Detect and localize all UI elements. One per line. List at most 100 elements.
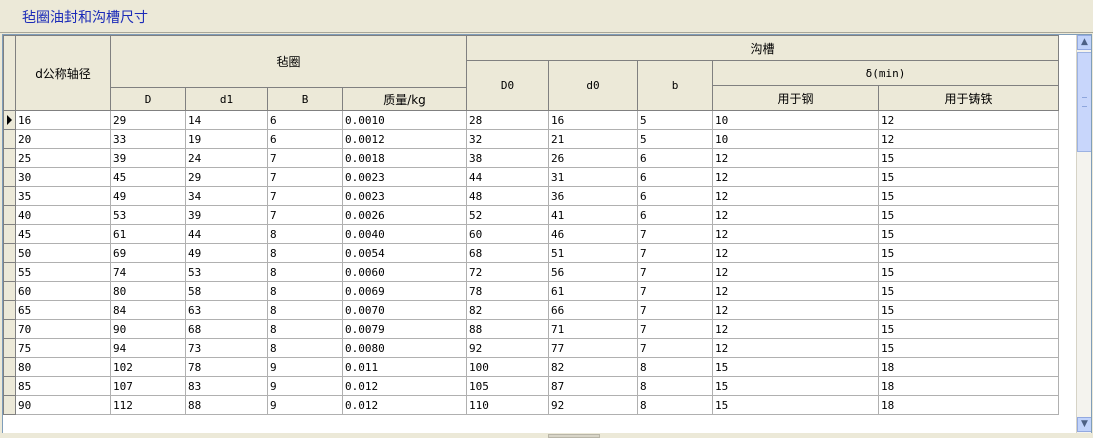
row-header[interactable] — [3, 262, 16, 282]
cell-felt-B[interactable]: 9 — [267, 376, 343, 396]
cell-shaft-d[interactable]: 45 — [15, 224, 111, 244]
cell-groove-d0[interactable]: 26 — [548, 148, 638, 168]
cell-felt-d1[interactable]: 88 — [185, 395, 268, 415]
cell-groove-D0[interactable]: 105 — [466, 376, 549, 396]
row-header[interactable] — [3, 110, 16, 130]
cell-groove-d0[interactable]: 77 — [548, 338, 638, 358]
table-row[interactable]: 40 53 39 7 0.0026 52 41 6 12 15 — [3, 205, 1059, 225]
cell-groove-d0[interactable]: 21 — [548, 129, 638, 149]
cell-felt-mass[interactable]: 0.0060 — [342, 262, 467, 282]
cell-felt-mass[interactable]: 0.0054 — [342, 243, 467, 263]
cell-shaft-d[interactable]: 55 — [15, 262, 111, 282]
cell-delta-steel[interactable]: 12 — [712, 224, 879, 244]
cell-felt-D[interactable]: 61 — [110, 224, 186, 244]
cell-delta-cast-iron[interactable]: 12 — [878, 129, 1059, 149]
cell-felt-D[interactable]: 94 — [110, 338, 186, 358]
cell-felt-mass[interactable]: 0.011 — [342, 357, 467, 377]
cell-groove-b[interactable]: 7 — [637, 243, 713, 263]
cell-shaft-d[interactable]: 60 — [15, 281, 111, 301]
cell-shaft-d[interactable]: 50 — [15, 243, 111, 263]
cell-delta-steel[interactable]: 15 — [712, 357, 879, 377]
cell-shaft-d[interactable]: 40 — [15, 205, 111, 225]
cell-groove-D0[interactable]: 28 — [466, 110, 549, 130]
cell-felt-mass[interactable]: 0.0012 — [342, 129, 467, 149]
table-row[interactable]: 85 107 83 9 0.012 105 87 8 15 18 — [3, 376, 1059, 396]
cell-delta-cast-iron[interactable]: 15 — [878, 148, 1059, 168]
cell-felt-B[interactable]: 9 — [267, 395, 343, 415]
cell-felt-B[interactable]: 8 — [267, 224, 343, 244]
cell-delta-cast-iron[interactable]: 15 — [878, 224, 1059, 244]
cell-groove-d0[interactable]: 41 — [548, 205, 638, 225]
cell-groove-b[interactable]: 7 — [637, 224, 713, 244]
cell-groove-d0[interactable]: 82 — [548, 357, 638, 377]
cell-felt-B[interactable]: 8 — [267, 300, 343, 320]
cell-groove-D0[interactable]: 100 — [466, 357, 549, 377]
cell-delta-steel[interactable]: 10 — [712, 110, 879, 130]
cell-groove-d0[interactable]: 56 — [548, 262, 638, 282]
row-header[interactable] — [3, 376, 16, 396]
row-header[interactable] — [3, 186, 16, 206]
cell-delta-steel[interactable]: 12 — [712, 148, 879, 168]
cell-groove-b[interactable]: 7 — [637, 281, 713, 301]
cell-felt-d1[interactable]: 29 — [185, 167, 268, 187]
cell-delta-steel[interactable]: 12 — [712, 319, 879, 339]
cell-shaft-d[interactable]: 70 — [15, 319, 111, 339]
cell-delta-cast-iron[interactable]: 12 — [878, 110, 1059, 130]
row-header[interactable] — [3, 129, 16, 149]
col-header-groove-b[interactable]: b — [637, 60, 713, 111]
cell-groove-b[interactable]: 6 — [637, 205, 713, 225]
cell-felt-B[interactable]: 6 — [267, 110, 343, 130]
cell-groove-b[interactable]: 7 — [637, 338, 713, 358]
cell-felt-mass[interactable]: 0.012 — [342, 376, 467, 396]
cell-felt-mass[interactable]: 0.0018 — [342, 148, 467, 168]
cell-felt-D[interactable]: 49 — [110, 186, 186, 206]
cell-felt-mass[interactable]: 0.0023 — [342, 186, 467, 206]
col-header-felt-mass[interactable]: 质量/kg — [342, 87, 467, 111]
cell-groove-D0[interactable]: 72 — [466, 262, 549, 282]
table-row[interactable]: 65 84 63 8 0.0070 82 66 7 12 15 — [3, 300, 1059, 320]
table-row[interactable]: 20 33 19 6 0.0012 32 21 5 10 12 — [3, 129, 1059, 149]
cell-groove-d0[interactable]: 36 — [548, 186, 638, 206]
cell-delta-cast-iron[interactable]: 18 — [878, 395, 1059, 415]
cell-groove-b[interactable]: 7 — [637, 319, 713, 339]
col-header-steel[interactable]: 用于钢 — [712, 85, 879, 111]
cell-delta-cast-iron[interactable]: 18 — [878, 357, 1059, 377]
row-header[interactable] — [3, 281, 16, 301]
cell-groove-d0[interactable]: 16 — [548, 110, 638, 130]
cell-shaft-d[interactable]: 90 — [15, 395, 111, 415]
cell-delta-cast-iron[interactable]: 15 — [878, 262, 1059, 282]
cell-delta-cast-iron[interactable]: 15 — [878, 319, 1059, 339]
cell-felt-B[interactable]: 7 — [267, 148, 343, 168]
cell-groove-d0[interactable]: 71 — [548, 319, 638, 339]
cell-shaft-d[interactable]: 20 — [15, 129, 111, 149]
cell-felt-d1[interactable]: 14 — [185, 110, 268, 130]
col-header-groove-D0[interactable]: D0 — [466, 60, 549, 111]
row-header[interactable] — [3, 148, 16, 168]
cell-shaft-d[interactable]: 16 — [15, 110, 111, 130]
table-row[interactable]: 30 45 29 7 0.0023 44 31 6 12 15 — [3, 167, 1059, 187]
cell-felt-B[interactable]: 7 — [267, 167, 343, 187]
cell-felt-B[interactable]: 7 — [267, 205, 343, 225]
cell-groove-b[interactable]: 8 — [637, 376, 713, 396]
cell-groove-D0[interactable]: 52 — [466, 205, 549, 225]
cell-groove-b[interactable]: 8 — [637, 395, 713, 415]
cell-delta-steel[interactable]: 15 — [712, 395, 879, 415]
cell-felt-B[interactable]: 8 — [267, 243, 343, 263]
cell-felt-B[interactable]: 7 — [267, 186, 343, 206]
col-header-felt-D[interactable]: D — [110, 87, 186, 111]
cell-groove-D0[interactable]: 78 — [466, 281, 549, 301]
cell-shaft-d[interactable]: 75 — [15, 338, 111, 358]
col-header-felt-B[interactable]: B — [267, 87, 343, 111]
cell-groove-d0[interactable]: 61 — [548, 281, 638, 301]
cell-shaft-d[interactable]: 30 — [15, 167, 111, 187]
cell-groove-d0[interactable]: 46 — [548, 224, 638, 244]
cell-groove-D0[interactable]: 110 — [466, 395, 549, 415]
cell-groove-b[interactable]: 7 — [637, 262, 713, 282]
cell-felt-d1[interactable]: 19 — [185, 129, 268, 149]
cell-groove-b[interactable]: 5 — [637, 110, 713, 130]
row-header[interactable] — [3, 338, 16, 358]
cell-felt-D[interactable]: 29 — [110, 110, 186, 130]
cell-felt-D[interactable]: 45 — [110, 167, 186, 187]
table-row[interactable]: 25 39 24 7 0.0018 38 26 6 12 15 — [3, 148, 1059, 168]
cell-groove-D0[interactable]: 38 — [466, 148, 549, 168]
